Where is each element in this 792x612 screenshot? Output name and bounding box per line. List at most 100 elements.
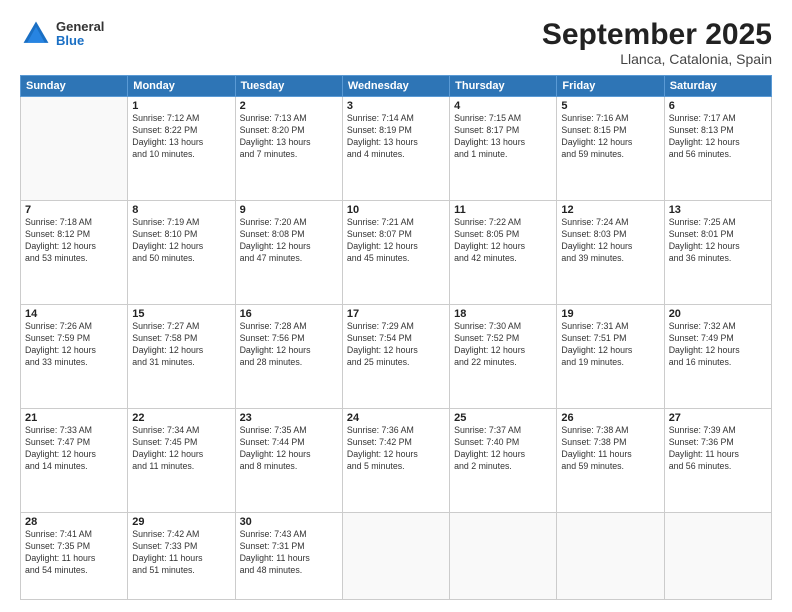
day-number: 2 [240,100,338,112]
table-row: 10Sunrise: 7:21 AMSunset: 8:07 PMDayligh… [342,200,449,304]
table-row [664,512,771,599]
table-row: 19Sunrise: 7:31 AMSunset: 7:51 PMDayligh… [557,304,664,408]
header: General Blue September 2025 Llanca, Cata… [20,18,772,67]
day-number: 14 [25,308,123,320]
day-info: Sunrise: 7:16 AMSunset: 8:15 PMDaylight:… [561,113,659,161]
calendar-week-row: 7Sunrise: 7:18 AMSunset: 8:12 PMDaylight… [21,200,772,304]
table-row: 17Sunrise: 7:29 AMSunset: 7:54 PMDayligh… [342,304,449,408]
day-info: Sunrise: 7:35 AMSunset: 7:44 PMDaylight:… [240,425,338,473]
day-number: 28 [25,516,123,528]
table-row: 20Sunrise: 7:32 AMSunset: 7:49 PMDayligh… [664,304,771,408]
table-row: 11Sunrise: 7:22 AMSunset: 8:05 PMDayligh… [450,200,557,304]
table-row: 24Sunrise: 7:36 AMSunset: 7:42 PMDayligh… [342,408,449,512]
day-info: Sunrise: 7:12 AMSunset: 8:22 PMDaylight:… [132,113,230,161]
day-number: 30 [240,516,338,528]
table-row: 6Sunrise: 7:17 AMSunset: 8:13 PMDaylight… [664,97,771,201]
col-thursday: Thursday [450,76,557,97]
day-number: 5 [561,100,659,112]
table-row: 26Sunrise: 7:38 AMSunset: 7:38 PMDayligh… [557,408,664,512]
day-info: Sunrise: 7:30 AMSunset: 7:52 PMDaylight:… [454,321,552,369]
day-number: 17 [347,308,445,320]
title-block: September 2025 Llanca, Catalonia, Spain [542,18,772,67]
table-row: 30Sunrise: 7:43 AMSunset: 7:31 PMDayligh… [235,512,342,599]
day-info: Sunrise: 7:29 AMSunset: 7:54 PMDaylight:… [347,321,445,369]
table-row [342,512,449,599]
day-number: 12 [561,204,659,216]
day-number: 19 [561,308,659,320]
calendar-subtitle: Llanca, Catalonia, Spain [542,51,772,67]
table-row: 5Sunrise: 7:16 AMSunset: 8:15 PMDaylight… [557,97,664,201]
table-row: 13Sunrise: 7:25 AMSunset: 8:01 PMDayligh… [664,200,771,304]
calendar-week-row: 21Sunrise: 7:33 AMSunset: 7:47 PMDayligh… [21,408,772,512]
day-number: 8 [132,204,230,216]
day-info: Sunrise: 7:21 AMSunset: 8:07 PMDaylight:… [347,217,445,265]
col-friday: Friday [557,76,664,97]
table-row: 14Sunrise: 7:26 AMSunset: 7:59 PMDayligh… [21,304,128,408]
table-row: 23Sunrise: 7:35 AMSunset: 7:44 PMDayligh… [235,408,342,512]
day-number: 18 [454,308,552,320]
day-number: 3 [347,100,445,112]
day-info: Sunrise: 7:36 AMSunset: 7:42 PMDaylight:… [347,425,445,473]
day-number: 10 [347,204,445,216]
day-info: Sunrise: 7:25 AMSunset: 8:01 PMDaylight:… [669,217,767,265]
day-info: Sunrise: 7:31 AMSunset: 7:51 PMDaylight:… [561,321,659,369]
day-info: Sunrise: 7:32 AMSunset: 7:49 PMDaylight:… [669,321,767,369]
day-number: 13 [669,204,767,216]
day-info: Sunrise: 7:14 AMSunset: 8:19 PMDaylight:… [347,113,445,161]
day-number: 11 [454,204,552,216]
day-number: 24 [347,412,445,424]
day-info: Sunrise: 7:22 AMSunset: 8:05 PMDaylight:… [454,217,552,265]
logo: General Blue [20,18,104,50]
day-number: 15 [132,308,230,320]
day-number: 23 [240,412,338,424]
day-number: 22 [132,412,230,424]
table-row: 27Sunrise: 7:39 AMSunset: 7:36 PMDayligh… [664,408,771,512]
day-number: 9 [240,204,338,216]
table-row: 25Sunrise: 7:37 AMSunset: 7:40 PMDayligh… [450,408,557,512]
logo-icon [20,18,52,50]
table-row: 7Sunrise: 7:18 AMSunset: 8:12 PMDaylight… [21,200,128,304]
calendar-week-row: 28Sunrise: 7:41 AMSunset: 7:35 PMDayligh… [21,512,772,599]
logo-blue: Blue [56,34,104,48]
col-saturday: Saturday [664,76,771,97]
table-row [450,512,557,599]
day-number: 26 [561,412,659,424]
day-info: Sunrise: 7:13 AMSunset: 8:20 PMDaylight:… [240,113,338,161]
table-row: 3Sunrise: 7:14 AMSunset: 8:19 PMDaylight… [342,97,449,201]
col-monday: Monday [128,76,235,97]
table-row [557,512,664,599]
calendar-title: September 2025 [542,18,772,51]
day-number: 4 [454,100,552,112]
day-number: 16 [240,308,338,320]
table-row: 21Sunrise: 7:33 AMSunset: 7:47 PMDayligh… [21,408,128,512]
day-info: Sunrise: 7:43 AMSunset: 7:31 PMDaylight:… [240,529,338,577]
col-tuesday: Tuesday [235,76,342,97]
day-number: 25 [454,412,552,424]
day-info: Sunrise: 7:17 AMSunset: 8:13 PMDaylight:… [669,113,767,161]
day-info: Sunrise: 7:20 AMSunset: 8:08 PMDaylight:… [240,217,338,265]
table-row: 28Sunrise: 7:41 AMSunset: 7:35 PMDayligh… [21,512,128,599]
table-row: 15Sunrise: 7:27 AMSunset: 7:58 PMDayligh… [128,304,235,408]
day-info: Sunrise: 7:38 AMSunset: 7:38 PMDaylight:… [561,425,659,473]
calendar-week-row: 1Sunrise: 7:12 AMSunset: 8:22 PMDaylight… [21,97,772,201]
day-number: 7 [25,204,123,216]
day-number: 27 [669,412,767,424]
day-info: Sunrise: 7:41 AMSunset: 7:35 PMDaylight:… [25,529,123,577]
calendar-week-row: 14Sunrise: 7:26 AMSunset: 7:59 PMDayligh… [21,304,772,408]
col-wednesday: Wednesday [342,76,449,97]
day-info: Sunrise: 7:27 AMSunset: 7:58 PMDaylight:… [132,321,230,369]
day-number: 20 [669,308,767,320]
table-row: 1Sunrise: 7:12 AMSunset: 8:22 PMDaylight… [128,97,235,201]
table-row: 2Sunrise: 7:13 AMSunset: 8:20 PMDaylight… [235,97,342,201]
day-info: Sunrise: 7:26 AMSunset: 7:59 PMDaylight:… [25,321,123,369]
calendar-table: Sunday Monday Tuesday Wednesday Thursday… [20,75,772,600]
day-info: Sunrise: 7:18 AMSunset: 8:12 PMDaylight:… [25,217,123,265]
col-sunday: Sunday [21,76,128,97]
day-info: Sunrise: 7:42 AMSunset: 7:33 PMDaylight:… [132,529,230,577]
day-info: Sunrise: 7:28 AMSunset: 7:56 PMDaylight:… [240,321,338,369]
logo-general: General [56,20,104,34]
day-number: 1 [132,100,230,112]
day-info: Sunrise: 7:24 AMSunset: 8:03 PMDaylight:… [561,217,659,265]
logo-text: General Blue [56,20,104,49]
table-row: 9Sunrise: 7:20 AMSunset: 8:08 PMDaylight… [235,200,342,304]
